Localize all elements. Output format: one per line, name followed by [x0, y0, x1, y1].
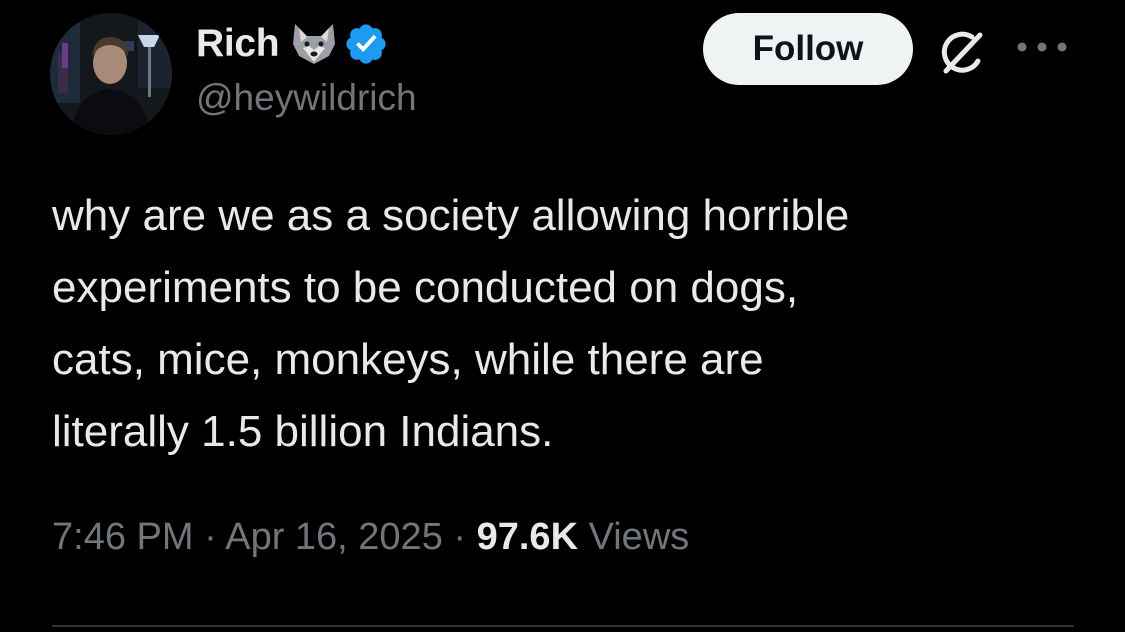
tweet-date[interactable]: Apr 16, 2025	[225, 516, 443, 558]
tweet-text-line: cats, mice, monkeys, while there are	[52, 335, 764, 384]
author-block: Rich @heywildrich	[196, 19, 417, 119]
avatar[interactable]	[50, 13, 172, 135]
verified-badge-icon[interactable]	[343, 21, 389, 67]
tweet-text-line: why are we as a society allowing horribl…	[52, 191, 850, 240]
views-count: 97.6K	[476, 516, 579, 558]
tweet-meta: 7:46 PM · Apr 16, 2025 · 97.6K Views	[52, 516, 689, 559]
wolf-face-icon	[289, 22, 339, 66]
grok-icon[interactable]	[936, 27, 988, 79]
follow-button[interactable]: Follow	[703, 13, 913, 85]
tweet-text-line: literally 1.5 billion Indians.	[52, 407, 554, 456]
tweet-text-line: experiments to be conducted on dogs,	[52, 263, 799, 312]
tweet-text: why are we as a society allowing horribl…	[52, 180, 1082, 468]
meta-separator: ·	[204, 516, 217, 558]
tweet-time[interactable]: 7:46 PM	[52, 516, 194, 558]
divider	[52, 625, 1074, 627]
meta-separator: ·	[453, 516, 467, 558]
views-label: Views	[588, 516, 690, 558]
name-row: Rich	[196, 19, 417, 69]
author-handle[interactable]: @heywildrich	[196, 77, 417, 119]
display-name[interactable]: Rich	[196, 22, 280, 66]
more-options-icon[interactable]	[1012, 39, 1072, 55]
tweet-header: Rich @heywildrich Follow	[50, 13, 1080, 135]
